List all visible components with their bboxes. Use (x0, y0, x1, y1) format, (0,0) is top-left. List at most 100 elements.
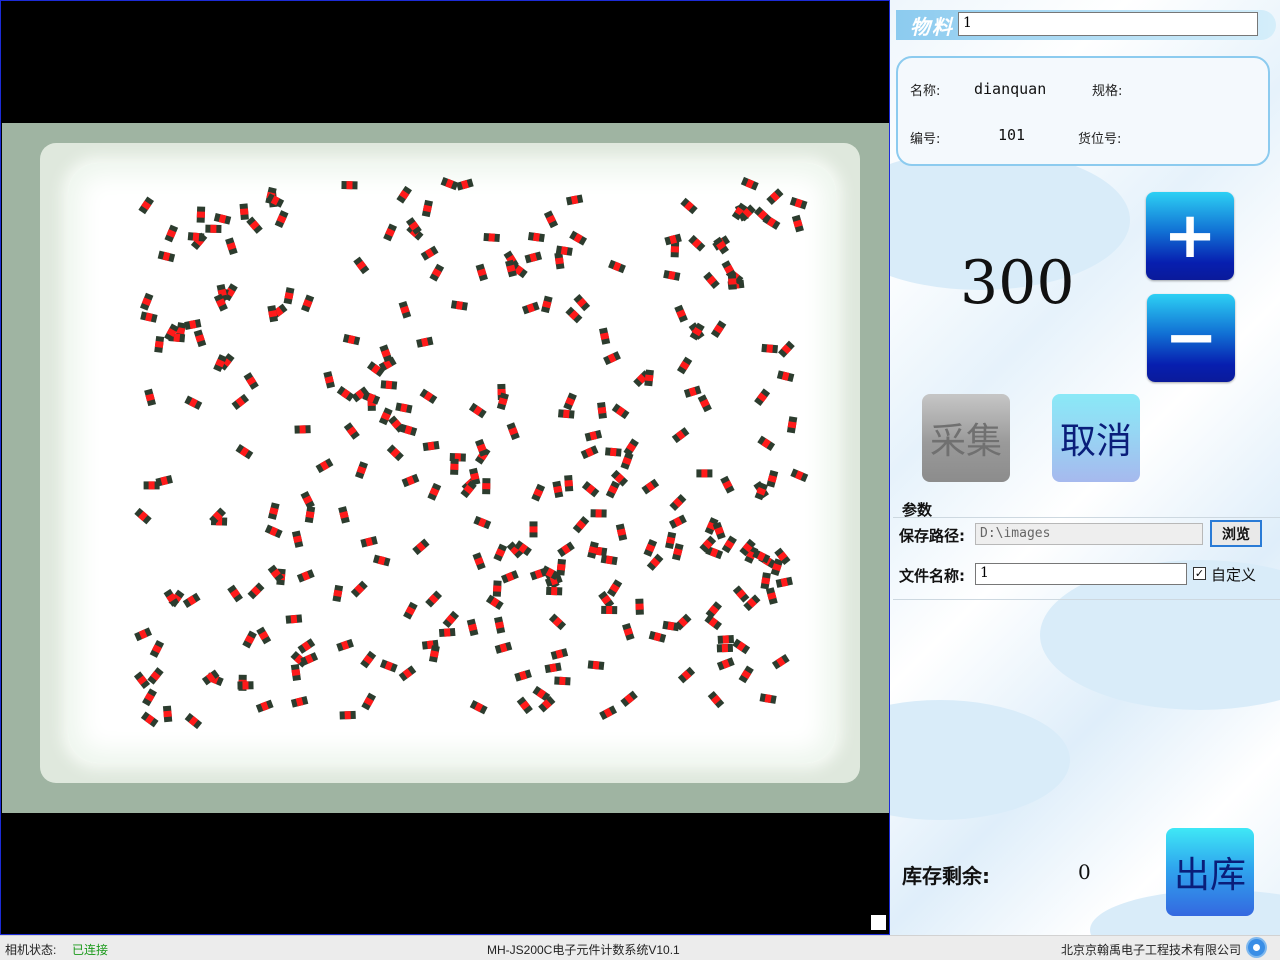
component-marker (552, 480, 564, 499)
custom-checkbox[interactable]: ✓ (1193, 567, 1206, 580)
component-marker (482, 478, 491, 495)
component-marker (688, 234, 706, 252)
minus-icon: − (1164, 301, 1218, 375)
component-marker (336, 638, 354, 652)
cancel-button[interactable]: 取消 (1052, 394, 1140, 482)
component-marker (140, 311, 158, 323)
component-marker (350, 580, 368, 598)
component-marker (721, 535, 737, 554)
component-marker (703, 271, 720, 289)
component-marker (225, 237, 238, 256)
component-marker (603, 351, 621, 366)
component-marker (587, 541, 599, 559)
component-marker (421, 199, 433, 218)
component-marker (339, 710, 356, 720)
component-marker (422, 440, 440, 452)
company-name: 北京京翰禹电子工程技术有限公司 (1061, 943, 1242, 957)
component-marker (641, 478, 660, 495)
increment-button[interactable]: + (1146, 192, 1234, 280)
component-marker (540, 295, 553, 314)
component-marker (563, 392, 577, 411)
component-marker (380, 380, 398, 390)
component-marker (361, 692, 377, 711)
component-marker (468, 402, 487, 419)
component-marker (604, 447, 622, 457)
component-marker (580, 445, 599, 460)
component-marker (599, 705, 618, 720)
component-marker (611, 403, 630, 420)
component-marker (615, 523, 628, 541)
component-marker (789, 196, 808, 210)
camera-state-label: 相机状态: (5, 943, 57, 957)
name-value: dianquan (974, 80, 1047, 98)
component-marker (740, 176, 759, 191)
component-marker (676, 356, 693, 375)
status-bar: 相机状态: 已连接 MH-JS200C电子元件计数系统V10.1 北京京翰禹电子… (0, 935, 1280, 960)
component-marker (138, 196, 154, 215)
component-marker (668, 514, 687, 529)
component-marker (256, 626, 272, 645)
file-name-input[interactable]: 1 (975, 563, 1187, 585)
material-input[interactable]: 1 (958, 12, 1258, 36)
component-marker (336, 385, 355, 402)
component-marker (707, 690, 725, 709)
stock-remaining-value: 0 (1078, 860, 1091, 884)
component-marker (554, 252, 565, 270)
component-marker (342, 333, 361, 346)
component-marker (506, 422, 520, 441)
component-marker (671, 427, 690, 444)
component-marker (775, 576, 793, 588)
component-marker (761, 343, 779, 354)
component-marker (239, 203, 249, 221)
component-marker (420, 245, 439, 261)
component-marker (243, 372, 259, 390)
component-marker (341, 181, 358, 190)
component-marker (456, 178, 474, 191)
component-marker (383, 223, 398, 242)
component-marker (529, 521, 538, 538)
collect-button[interactable]: 采集 (922, 394, 1010, 482)
component-marker (297, 638, 316, 654)
component-marker (766, 470, 779, 488)
component-marker (267, 502, 280, 520)
component-marker (584, 429, 603, 442)
component-marker (554, 676, 571, 686)
browse-button[interactable]: 浏览 (1210, 520, 1262, 547)
spec-label: 规格: (1092, 84, 1123, 99)
component-marker (521, 301, 540, 315)
component-marker (237, 681, 254, 690)
component-marker (187, 232, 205, 242)
component-marker (323, 371, 336, 389)
component-marker (548, 613, 567, 631)
save-path-input[interactable]: D:\images (975, 523, 1203, 545)
component-marker (144, 388, 157, 407)
app-title: MH-JS200C电子元件计数系统V10.1 (487, 943, 680, 957)
checkout-button[interactable]: 出库 (1166, 828, 1254, 916)
component-marker (403, 601, 418, 620)
control-panel: 物料 1 名称: dianquan 规格: 编号: 101 货位号: 300 +… (890, 0, 1280, 935)
component-marker (285, 614, 303, 624)
material-info-box: 名称: dianquan 规格: 编号: 101 货位号: (896, 56, 1270, 166)
component-marker (620, 452, 634, 470)
stock-remaining-label: 库存剩余: (902, 864, 990, 888)
component-marker (474, 438, 489, 457)
file-name-label: 文件名称: (899, 567, 965, 585)
component-marker (546, 586, 563, 596)
location-label: 货位号: (1078, 132, 1122, 147)
component-marker (527, 232, 545, 243)
component-marker (485, 594, 504, 611)
component-marker (164, 224, 179, 243)
decrement-button[interactable]: − (1147, 294, 1235, 382)
component-marker (469, 700, 488, 715)
component-marker (140, 711, 159, 728)
component-marker (492, 580, 502, 597)
component-marker (732, 638, 751, 655)
component-marker (606, 579, 623, 598)
name-label: 名称: (910, 84, 941, 99)
gear-icon[interactable] (1248, 939, 1265, 956)
component-marker (494, 641, 513, 654)
component-marker (235, 443, 254, 460)
component-marker (727, 273, 737, 290)
component-marker (429, 263, 445, 282)
component-marker (154, 335, 165, 353)
